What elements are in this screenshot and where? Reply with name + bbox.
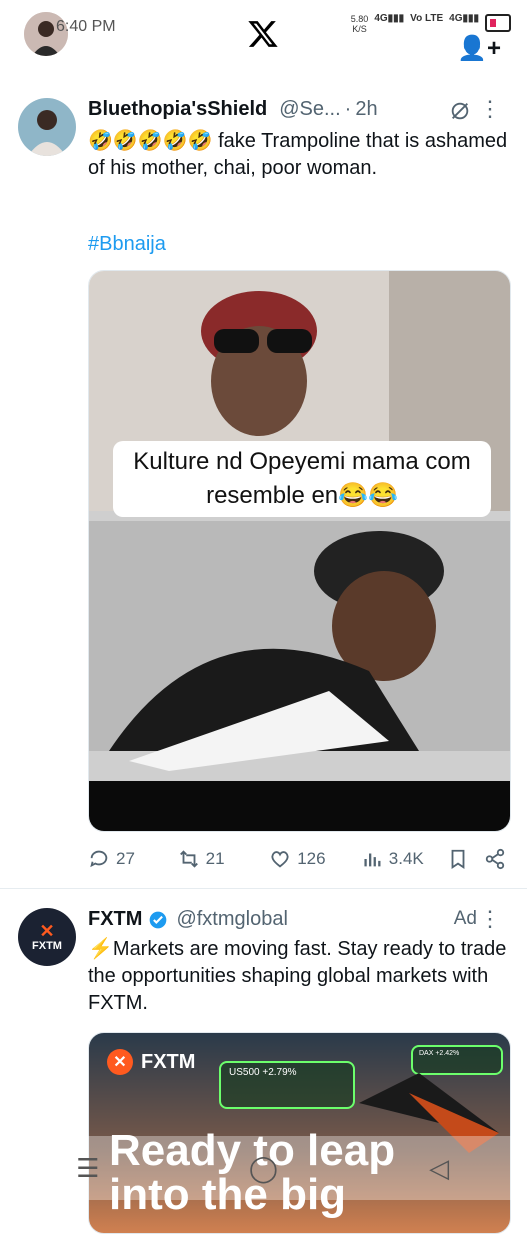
system-indicators: 5.80 K/S 4G▮▮▮ Vo LTE 4G▮▮▮ [351,14,511,34]
view-count: 3.4K [388,849,424,868]
hashtag-link[interactable]: #Bbnaija [88,233,166,256]
battery-icon [485,14,511,32]
tweet-media-image[interactable]: Kulture nd Opeyemi mama com resemble en😂… [88,270,511,832]
reply-count: 27 [116,849,135,868]
bookmark-button[interactable] [447,848,476,870]
like-button[interactable]: 126 [269,848,361,870]
home-button[interactable]: ◯ [233,1148,293,1188]
tweet-divider [0,888,527,889]
views-button[interactable]: 3.4K [361,848,447,870]
bookmark-icon [451,849,464,869]
banner-chart-card-1: US500 +2.79% [219,1061,355,1109]
more-options-icon[interactable]: ⋮ [479,96,501,122]
share-icon [485,848,504,870]
add-account-icon[interactable]: 👤+ [457,34,501,63]
repost-button[interactable]: 21 [178,848,270,870]
media-photo [89,271,510,831]
fxtm-logo-icon: ✕ [39,921,55,941]
tweet-actions: 27 21 126 3.4K [88,848,513,870]
banner-brand: FXTM [141,1050,196,1073]
verified-badge-icon [150,911,167,928]
volte-icon: Vo LTE [410,13,444,24]
reply-button[interactable]: 27 [88,848,178,870]
author-name[interactable]: Bluethopia'sShield [88,98,267,121]
recent-apps-button[interactable]: ☰ [58,1148,118,1188]
repost-count: 21 [205,849,225,868]
fxtm-avatar[interactable]: ✕ FXTM [18,908,76,966]
share-button[interactable] [484,848,513,870]
signal-4g-2-icon: 4G▮▮▮ [449,13,479,24]
heart-icon [271,851,289,868]
author-avatar[interactable] [18,98,76,156]
fxtm-logo-icon: ✕ [107,1049,133,1075]
reply-icon [90,850,108,868]
network-speed: 5.80 [350,14,369,24]
grok-icon[interactable] [449,100,471,122]
ad-banner-image[interactable]: ✕ FXTM US500 +2.79% DAX +2.42% Ready to … [88,1032,511,1234]
clock-time: 6:40 PM [56,18,116,35]
more-options-icon[interactable]: ⋮ [479,906,501,932]
status-bar: 6:40 PM 5.80 K/S 4G▮▮▮ Vo LTE 4G▮▮▮ 👤+ [0,0,527,78]
views-icon [364,853,381,867]
ad-text: ⚡Markets are moving fast. Stay ready to … [88,938,507,1014]
x-logo-icon[interactable] [247,18,279,50]
signal-4g-icon: 4G▮▮▮ [374,13,405,24]
back-button[interactable]: ◁ [409,1148,469,1188]
repost-icon [179,850,198,868]
tweet-time: 2h [355,98,378,120]
network-speed-unit: K/S [352,24,367,34]
fxtm-avatar-label: FXTM [32,940,62,952]
banner-tag-1: US500 +2.79% [229,1067,297,1078]
author-handle[interactable]: @Se... [279,98,340,121]
ad-label: Ad [453,908,477,929]
like-count: 126 [297,849,326,868]
system-navigation-bar: ☰ ◯ ◁ [0,1136,527,1200]
author-name[interactable]: FXTM [88,908,142,931]
tweet-text: 🤣🤣🤣🤣🤣 fake Trampoline that is ashamed of… [88,130,508,179]
media-caption-text: Kulture nd Opeyemi mama com resemble en😂… [113,441,491,517]
author-handle[interactable]: @fxtmglobal [176,908,287,931]
